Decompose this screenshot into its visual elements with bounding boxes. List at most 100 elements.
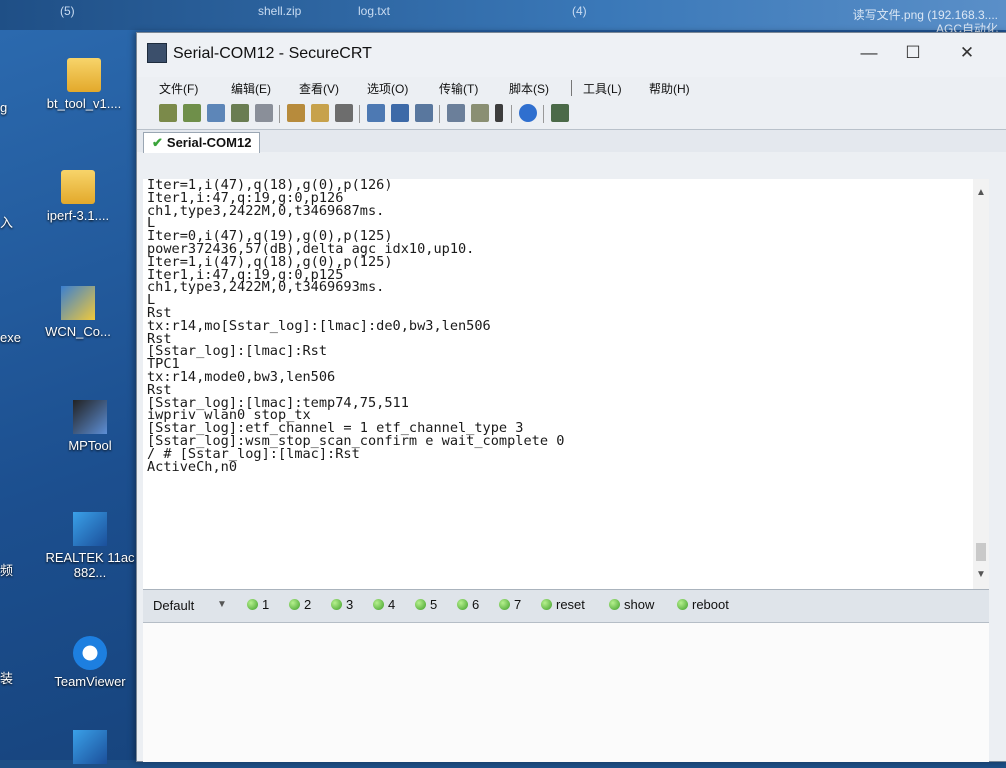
- desktop-icon-label: iperf-3.1....: [46, 208, 110, 223]
- folder-icon: [61, 170, 95, 204]
- app-icon: [61, 286, 95, 320]
- terminal-scrollbar[interactable]: ▲ ▼: [973, 179, 989, 589]
- button-1[interactable]: 1: [247, 597, 269, 612]
- desktop-icon-label: bt_tool_v1....: [46, 96, 122, 111]
- menu-view[interactable]: 查看(V): [299, 80, 339, 97]
- button-reset[interactable]: reset: [541, 597, 585, 612]
- menu-help[interactable]: 帮助(H): [649, 80, 690, 97]
- securecrt-window: Serial-COM12 - SecureCRT — ☐ ✕ 文件(F) 编辑(…: [136, 32, 1006, 762]
- button-3[interactable]: 3: [331, 597, 353, 612]
- find-icon[interactable]: [335, 104, 353, 122]
- realtek-icon: [73, 730, 107, 764]
- sftp-icon[interactable]: [447, 104, 465, 122]
- desktop-icon-teamviewer[interactable]: TeamViewer: [30, 636, 150, 689]
- top-file-label[interactable]: (5): [60, 4, 75, 18]
- button-reboot[interactable]: reboot: [677, 597, 729, 612]
- menu-transfer[interactable]: 传输(T): [439, 80, 478, 97]
- led-icon: [373, 599, 384, 610]
- chevron-down-icon[interactable]: ▼: [217, 599, 227, 610]
- connected-check-icon: ✔: [152, 135, 163, 150]
- paste-icon[interactable]: [311, 104, 329, 122]
- terminal-line: tx:r14,mo[Sstar_log]:[lmac]:de0,bw3,len5…: [147, 317, 491, 334]
- cut-label: g: [0, 100, 8, 115]
- menu-bar: 文件(F) 编辑(E) 查看(V) 选项(O) 传输(T) 脚本(S) 工具(L…: [137, 77, 1006, 99]
- scroll-thumb[interactable]: [976, 543, 986, 561]
- button-label: 3: [346, 597, 354, 612]
- menu-tools[interactable]: 工具(L): [583, 80, 622, 97]
- desktop-icon-bt-tool[interactable]: bt_tool_v1....: [24, 58, 144, 111]
- mouse-cursor-icon: [382, 186, 398, 202]
- scroll-down-icon[interactable]: ▼: [973, 569, 989, 583]
- cut-label: exe: [0, 330, 21, 345]
- connect-icon[interactable]: [159, 104, 177, 122]
- led-icon: [609, 599, 620, 610]
- button-label: 2: [304, 597, 312, 612]
- scroll-up-icon[interactable]: ▲: [973, 187, 989, 201]
- top-right-file[interactable]: 读写文件.png (192.168.3....: [738, 8, 998, 22]
- minimize-button[interactable]: —: [849, 43, 889, 67]
- session-tab-row: ✔ Serial-COM12: [137, 130, 1006, 153]
- menu-edit[interactable]: 编辑(E): [231, 80, 271, 97]
- terminal-line: tx:r14,mode0,bw3,len506: [147, 368, 336, 385]
- cut-label: 入: [0, 215, 14, 230]
- command-window[interactable]: [143, 622, 989, 762]
- title-bar[interactable]: Serial-COM12 - SecureCRT — ☐ ✕: [137, 33, 1006, 77]
- terminal-output[interactable]: Iter=1,i(47),q(18),g(0),p(126) Iter1,i:4…: [143, 179, 973, 589]
- toolbar-separator: [279, 105, 280, 123]
- menu-separator: [571, 80, 572, 96]
- keymap-icon[interactable]: [471, 104, 489, 122]
- terminal-line: ch1,type3,2422M,0,t3469693ms.: [147, 279, 385, 296]
- button-label: 1: [262, 597, 270, 612]
- maximize-button[interactable]: ☐: [893, 43, 933, 67]
- tool-icon: [73, 400, 107, 434]
- cut-label: 装: [0, 671, 14, 686]
- tab-label: Serial-COM12: [166, 135, 252, 150]
- menu-options[interactable]: 选项(O): [367, 80, 408, 97]
- led-icon: [247, 599, 258, 610]
- desktop-icon-realtek[interactable]: REALTEK 11ac 882...: [30, 512, 150, 580]
- top-file-label[interactable]: shell.zip: [258, 4, 301, 18]
- realtek-icon: [73, 512, 107, 546]
- toolbar-separator: [359, 105, 360, 123]
- folder-icon: [67, 58, 101, 92]
- desktop-icon-realtek-2[interactable]: [30, 730, 150, 768]
- desktop-icon-label: REALTEK 11ac 882...: [45, 550, 135, 580]
- key-icon[interactable]: [495, 104, 503, 122]
- top-file-label[interactable]: (4): [572, 4, 587, 18]
- button-label: 7: [514, 597, 522, 612]
- desktop-icon-wcn[interactable]: WCN_Co...: [18, 286, 138, 339]
- button-bar: Default ▼ 1 2 3 4 5 6 7 reset show reboo…: [143, 589, 989, 622]
- help-icon[interactable]: [519, 104, 537, 122]
- menu-script[interactable]: 脚本(S): [509, 80, 549, 97]
- global-options-icon[interactable]: [391, 104, 409, 122]
- reconnect-icon[interactable]: [231, 104, 249, 122]
- desktop-icon-mptool[interactable]: MPTool: [30, 400, 150, 453]
- top-file-label[interactable]: log.txt: [358, 4, 390, 18]
- led-icon: [331, 599, 342, 610]
- session-options-icon[interactable]: [367, 104, 385, 122]
- window-title: Serial-COM12 - SecureCRT: [173, 45, 372, 62]
- button-bar-group[interactable]: Default: [153, 598, 194, 613]
- menu-file[interactable]: 文件(F): [159, 80, 198, 97]
- connect-tab-icon[interactable]: [207, 104, 225, 122]
- button-bar-icon[interactable]: [551, 104, 569, 122]
- disconnect-icon[interactable]: [255, 104, 273, 122]
- print-icon[interactable]: [415, 104, 433, 122]
- button-4[interactable]: 4: [373, 597, 395, 612]
- button-6[interactable]: 6: [457, 597, 479, 612]
- button-label: reboot: [692, 597, 729, 612]
- copy-icon[interactable]: [287, 104, 305, 122]
- tab-serial-com12[interactable]: ✔ Serial-COM12: [143, 132, 261, 153]
- button-label: 4: [388, 597, 396, 612]
- button-show[interactable]: show: [609, 597, 654, 612]
- button-7[interactable]: 7: [499, 597, 521, 612]
- led-icon: [289, 599, 300, 610]
- quick-connect-icon[interactable]: [183, 104, 201, 122]
- desktop-icon-label: MPTool: [68, 438, 112, 453]
- desktop-icon-label: TeamViewer: [54, 674, 126, 689]
- button-5[interactable]: 5: [415, 597, 437, 612]
- desktop-icon-iperf[interactable]: iperf-3.1....: [18, 170, 138, 223]
- button-2[interactable]: 2: [289, 597, 311, 612]
- close-button[interactable]: ✕: [947, 43, 987, 67]
- led-icon: [677, 599, 688, 610]
